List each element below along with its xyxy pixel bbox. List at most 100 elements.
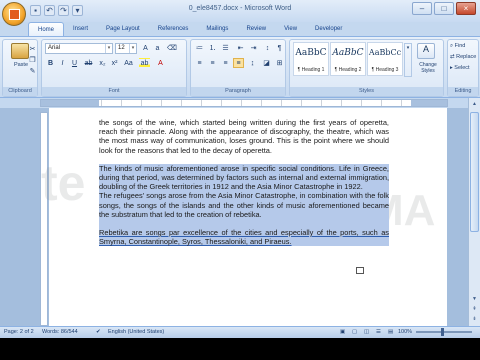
font-name-value: Arial <box>48 45 61 51</box>
numbering-icon[interactable]: ⒈ <box>207 43 218 53</box>
style-heading-2[interactable]: AaBbC ¶ Heading 2 <box>330 42 366 76</box>
watermark-logo-left: te <box>41 155 86 211</box>
tab-review[interactable]: Review <box>237 22 275 36</box>
style-sample: AaBbC <box>295 48 327 58</box>
italic-icon[interactable]: I <box>57 58 68 68</box>
change-styles-icon[interactable]: A <box>417 43 435 59</box>
tab-view[interactable]: View <box>275 22 306 36</box>
full-screen-view-icon[interactable]: ▢ <box>352 327 357 338</box>
paste-options-icon[interactable] <box>356 267 364 274</box>
justify-icon[interactable]: ≡ <box>233 58 244 68</box>
styles-more-icon[interactable]: ▾ <box>404 43 412 77</box>
horizontal-ruler-row <box>0 98 480 108</box>
proofing-icon[interactable]: ✔ <box>96 327 101 338</box>
tab-developer[interactable]: Developer <box>306 22 351 36</box>
editing-group-label: Editing <box>448 87 478 96</box>
status-words[interactable]: Words: 86/544 <box>42 327 78 338</box>
status-page[interactable]: Page: 2 of 2 <box>4 327 34 338</box>
status-zoom[interactable]: 100% <box>398 327 412 338</box>
select-button[interactable]: ▸ Select <box>450 65 470 71</box>
show-marks-icon[interactable]: ¶ <box>274 43 285 53</box>
grow-font-icon[interactable]: A <box>140 43 151 53</box>
font-size-select[interactable]: 12 ▾ <box>115 43 137 54</box>
paragraph-refugees-songs: The refugees' songs arose from the Asia … <box>99 191 389 220</box>
format-painter-icon[interactable]: ✎ <box>27 66 38 76</box>
style-heading-3[interactable]: AaBbCc ¶ Heading 3 <box>367 42 403 76</box>
bold-icon[interactable]: B <box>45 58 56 68</box>
chevron-down-icon: ▾ <box>105 44 112 53</box>
shrink-font-icon[interactable]: a <box>152 43 163 53</box>
strikethrough-icon[interactable]: ab <box>83 58 94 68</box>
minimize-icon[interactable]: – <box>412 2 432 15</box>
tab-home[interactable]: Home <box>28 22 65 36</box>
close-icon[interactable]: × <box>456 2 476 15</box>
styles-group-label: Styles <box>290 87 443 96</box>
underline-icon[interactable]: U <box>69 58 80 68</box>
shading-icon[interactable]: ◪ <box>261 58 272 68</box>
tab-page-layout[interactable]: Page Layout <box>97 22 149 36</box>
font-group: Arial ▾ 12 ▾ A a ⌫ B I U ab x₂ x² Aa ab A … <box>41 39 187 97</box>
horizontal-ruler[interactable] <box>40 99 448 107</box>
font-name-select[interactable]: Arial ▾ <box>45 43 113 54</box>
bullets-icon[interactable]: ≔ <box>194 43 205 53</box>
style-heading-1[interactable]: AaBbC ¶ Heading 1 <box>293 42 329 76</box>
zoom-slider-handle[interactable] <box>441 328 444 336</box>
editing-group: ⌕ Find ⇄ Replace ▸ Select Editing <box>447 39 479 97</box>
scroll-up-icon[interactable]: ▲ <box>470 100 479 109</box>
style-sample: AaBbCc <box>368 48 402 57</box>
align-left-icon[interactable]: ≡ <box>194 58 205 68</box>
previous-page-icon[interactable]: ⇞ <box>470 305 479 314</box>
align-center-icon[interactable]: ≡ <box>207 58 218 68</box>
sort-icon[interactable]: ↕ <box>262 43 273 53</box>
tab-mailings[interactable]: Mailings <box>197 22 237 36</box>
zoom-slider[interactable] <box>416 331 472 333</box>
status-bar: Page: 2 of 2 Words: 86/544 ✔ English (Un… <box>0 326 480 338</box>
tab-insert[interactable]: Insert <box>64 22 97 36</box>
outline-view-icon[interactable]: ☰ <box>376 327 381 338</box>
ribbon-tabs: Home Insert Page Layout References Maili… <box>28 22 351 36</box>
paragraph-rebetika: Rebetika are songs par excellence of the… <box>99 228 389 247</box>
web-layout-view-icon[interactable]: ◫ <box>364 327 369 338</box>
tab-references[interactable]: References <box>149 22 198 36</box>
multilevel-list-icon[interactable]: ☰ <box>220 43 231 53</box>
select-label: Select <box>454 65 470 71</box>
align-right-icon[interactable]: ≡ <box>220 58 231 68</box>
clear-formatting-icon[interactable]: ⌫ <box>166 43 177 53</box>
cut-icon[interactable]: ✂ <box>27 44 38 54</box>
style-name: ¶ Heading 2 <box>334 67 362 73</box>
clipboard-group-label: Clipboard <box>3 87 37 96</box>
copy-icon[interactable]: ❐ <box>27 55 38 65</box>
scrollbar-thumb[interactable] <box>470 112 479 232</box>
vertical-ruler[interactable] <box>40 112 48 326</box>
paragraph-social-conditions: The kinds of music aforementioned arose … <box>99 163 389 192</box>
style-name: ¶ Heading 3 <box>371 67 399 73</box>
scroll-down-icon[interactable]: ▼ <box>470 295 479 304</box>
print-layout-view-icon[interactable]: ▣ <box>340 327 345 338</box>
highlight-icon[interactable]: ab <box>139 58 150 68</box>
font-color-icon[interactable]: A <box>155 58 166 68</box>
office-button[interactable] <box>2 2 26 26</box>
maximize-icon[interactable]: □ <box>434 2 454 15</box>
change-styles-button[interactable]: Change Styles <box>413 62 443 74</box>
vertical-scrollbar[interactable]: ▲ ▼ ⇞ ⇟ <box>468 98 480 326</box>
find-button[interactable]: ⌕ Find <box>450 43 465 50</box>
superscript-icon[interactable]: x² <box>109 58 120 68</box>
document-page[interactable]: te MA the songs of the wine, which start… <box>41 108 447 326</box>
ruler-ticks <box>101 100 411 106</box>
draft-view-icon[interactable]: ▤ <box>388 327 393 338</box>
increase-indent-icon[interactable]: ⇥ <box>248 43 259 53</box>
borders-icon[interactable]: ⊞ <box>274 58 285 68</box>
line-spacing-icon[interactable]: ↨ <box>247 58 258 68</box>
decrease-indent-icon[interactable]: ⇤ <box>235 43 246 53</box>
replace-button[interactable]: ⇄ Replace <box>450 54 476 60</box>
style-name: ¶ Heading 1 <box>297 67 325 73</box>
next-page-icon[interactable]: ⇟ <box>470 315 479 324</box>
paragraph-group: ≔ ⒈ ☰ ⇤ ⇥ ↕ ¶ ≡ ≡ ≡ ≡ ↨ ◪ ⊞ Paragraph <box>190 39 286 97</box>
subscript-icon[interactable]: x₂ <box>97 58 108 68</box>
document-text[interactable]: the songs of the wine, which started bei… <box>99 118 389 247</box>
change-case-icon[interactable]: Aa <box>123 58 134 68</box>
title-bar: ▪ ↶ ↷ ▾ 0_ele8457.docx - Microsoft Word … <box>0 0 480 26</box>
status-language[interactable]: English (United States) <box>108 327 164 338</box>
paragraph-group-label: Paragraph <box>191 87 285 96</box>
paragraph-operetta: the songs of the wine, which started bei… <box>99 118 389 155</box>
